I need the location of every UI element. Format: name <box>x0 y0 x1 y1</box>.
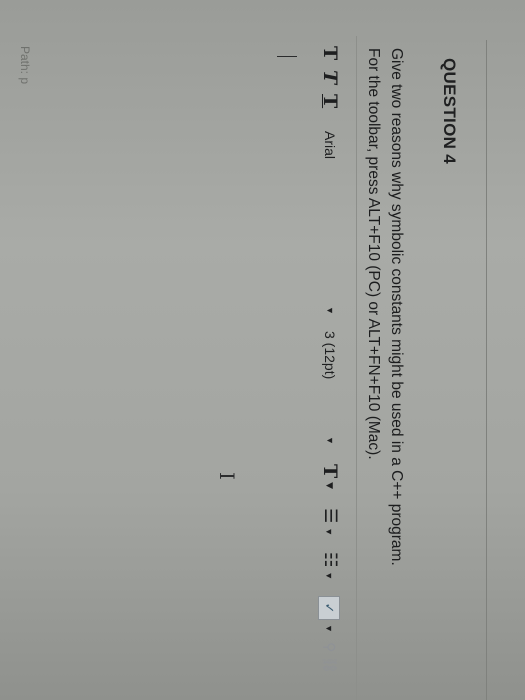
chevron-down-icon: ▼ <box>325 306 335 315</box>
question-title: QUESTION 4 <box>440 58 459 164</box>
numbered-list-button[interactable]: ☷▼ <box>318 552 340 580</box>
bullet-list-button[interactable]: ☰▼ <box>318 508 340 536</box>
path-text: Path: p <box>18 46 32 85</box>
editor-toolbar: T T T Arial ▼ 3 (12pt) ▼ T▼ ☰▼ ☷▼ ✓▼ ⚲ ⛓ <box>304 36 357 700</box>
chevron-down-icon: ▼ <box>324 527 335 537</box>
numbered-list-icon: ☷ <box>321 552 340 568</box>
spellcheck-icon: ✓ <box>318 596 340 620</box>
ibeam-cursor-icon: I <box>215 472 239 480</box>
chevron-down-icon: ▼ <box>325 436 335 445</box>
top-divider <box>486 40 487 700</box>
question-text: Give two reasons why symbolic constants … <box>388 48 405 566</box>
chevron-down-icon: ▼ <box>324 624 334 633</box>
font-family-value: Arial <box>322 131 338 160</box>
spellcheck-button[interactable]: ✓▼ <box>318 596 340 633</box>
font-size-value: 3 (12pt) <box>322 331 338 380</box>
chevron-down-icon: ▼ <box>324 482 334 490</box>
text-color-icon: T <box>319 464 341 479</box>
toolbar-hint-text: For the toolbar, press ALT+F10 (PC) or A… <box>365 48 382 460</box>
editor-path-label: Path: p <box>18 46 32 84</box>
bullet-list-icon: ☰ <box>321 508 340 524</box>
link-icon[interactable]: ⚲ ⛓ <box>318 642 340 674</box>
text-color-button[interactable]: T▼ <box>318 464 341 490</box>
question-page: QUESTION 4 Give two reasons why symbolic… <box>0 0 525 700</box>
underline-button[interactable]: T <box>318 94 341 108</box>
font-family-select[interactable]: Arial ▼ <box>318 131 340 315</box>
bold-button[interactable]: T <box>318 46 341 60</box>
italic-button[interactable]: T <box>318 70 341 84</box>
font-size-select[interactable]: 3 (12pt) ▼ <box>318 331 340 445</box>
chevron-down-icon: ▼ <box>324 571 335 581</box>
text-cursor <box>277 56 297 57</box>
